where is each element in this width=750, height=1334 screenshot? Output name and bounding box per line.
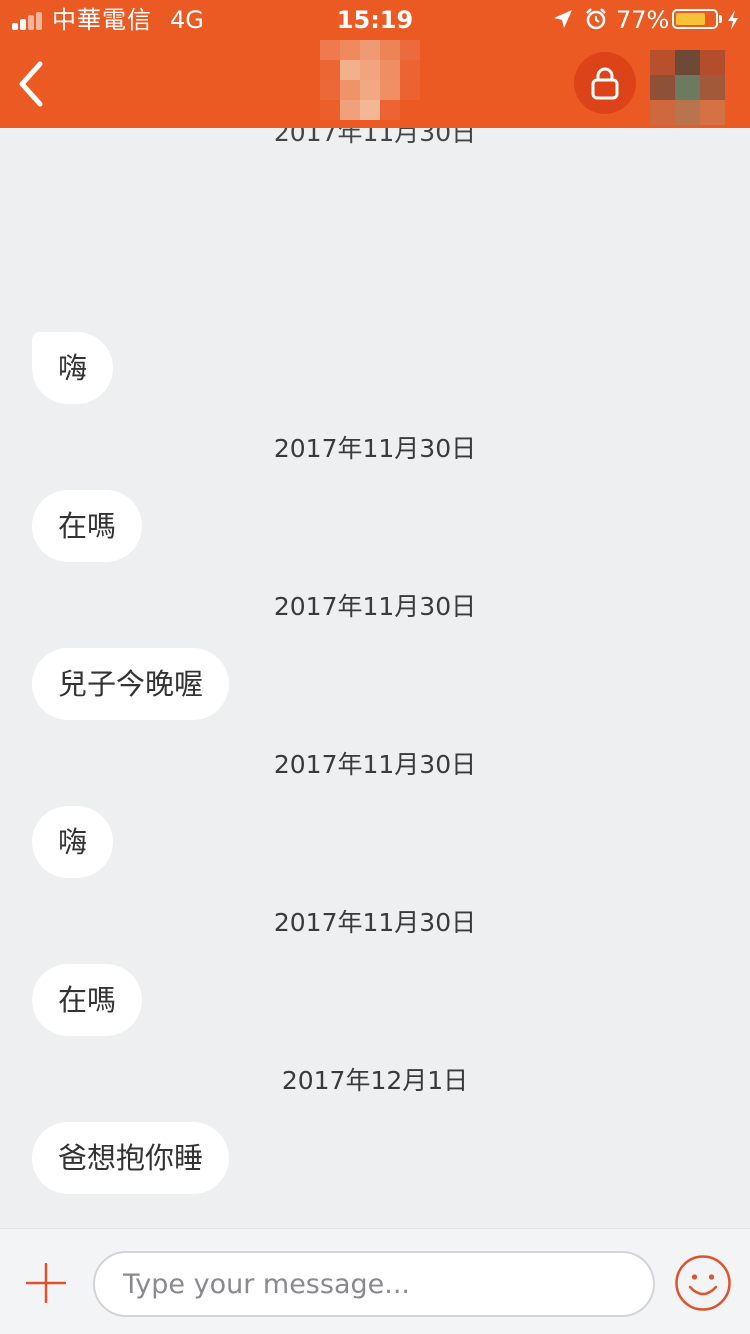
plus-icon — [25, 1262, 67, 1304]
battery-percentage: 77% — [616, 6, 670, 34]
date-divider: 2017年11月30日 — [273, 128, 477, 147]
add-attachment-button[interactable] — [25, 1262, 67, 1304]
message-input[interactable] — [93, 1251, 655, 1317]
alarm-clock-icon — [586, 8, 606, 30]
chevron-left-icon — [19, 61, 43, 107]
emoji-button[interactable] — [674, 1254, 732, 1312]
message-bubble[interactable]: 在嗎 — [32, 964, 143, 1036]
message-bubble[interactable]: 在嗎 — [32, 490, 143, 562]
message-bubble[interactable]: 嗨 — [32, 332, 114, 404]
battery-icon — [672, 9, 718, 29]
message-list[interactable]: 2017年11月30日 嗨 2017年11月30日 在嗎 2017年11月30日… — [0, 128, 750, 1228]
date-divider: 2017年12月1日 — [281, 1066, 469, 1095]
message-bubble[interactable]: 嗨 — [32, 806, 114, 878]
lock-icon — [591, 67, 619, 100]
avatar[interactable] — [650, 50, 725, 125]
date-divider: 2017年11月30日 — [273, 592, 477, 621]
contact-name-redacted — [320, 40, 420, 120]
status-bar: 中華電信 4G 15:19 77% — [0, 0, 750, 40]
battery-tip — [719, 15, 722, 23]
location-arrow-icon — [554, 10, 572, 28]
date-divider: 2017年11月30日 — [273, 908, 477, 937]
battery-level-fill — [676, 13, 705, 25]
chat-screen: 中華電信 4G 15:19 77% 2017年11月30日 嗨 2017年11月… — [0, 0, 750, 1334]
message-bubble[interactable]: 兒子今晚喔 — [32, 648, 230, 720]
back-button[interactable] — [10, 56, 54, 112]
smiley-icon — [675, 1255, 731, 1311]
lock-button[interactable] — [574, 52, 636, 114]
message-composer — [0, 1228, 750, 1334]
charging-bolt-icon — [728, 10, 738, 30]
date-divider: 2017年11月30日 — [273, 750, 477, 779]
date-divider: 2017年11月30日 — [273, 434, 477, 463]
message-bubble[interactable]: 爸想抱你睡 — [32, 1122, 230, 1194]
chat-header: 中華電信 4G 15:19 77% — [0, 0, 750, 128]
